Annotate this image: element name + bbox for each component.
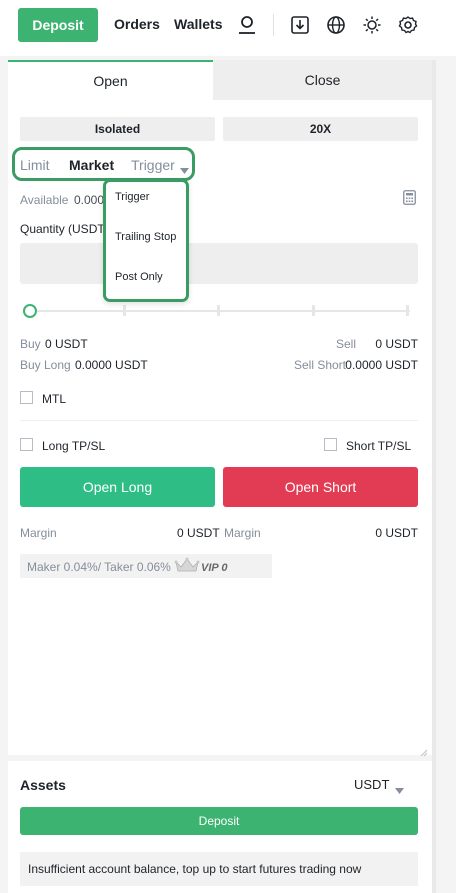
open-short-button[interactable]: Open Short <box>223 467 418 507</box>
sell-short-label: Sell Short <box>293 358 346 372</box>
tab-open[interactable]: Open <box>8 60 213 100</box>
buy-label: Buy <box>20 337 41 351</box>
slider-tick[interactable] <box>217 305 220 316</box>
dropdown-item-trailing-stop[interactable]: Trailing Stop <box>115 231 176 243</box>
chevron-down-icon[interactable] <box>180 161 189 179</box>
header-divider <box>273 14 274 36</box>
tab-trigger[interactable]: Trigger <box>131 157 175 173</box>
sell-short-value: 0.0000 USDT <box>345 358 418 372</box>
tab-limit[interactable]: Limit <box>20 157 50 173</box>
section-divider <box>20 420 418 421</box>
dropdown-item-trigger[interactable]: Trigger <box>115 191 149 203</box>
buy-value: 0 USDT <box>45 337 88 351</box>
balance-notice: Insufficient account balance, top up to … <box>20 852 418 886</box>
slider-tick[interactable] <box>123 305 126 316</box>
resize-grip-icon[interactable] <box>420 744 428 762</box>
quantity-input[interactable] <box>20 243 418 284</box>
buy-long-value: 0.0000 USDT <box>75 358 148 372</box>
quantity-slider-track[interactable] <box>30 310 410 312</box>
long-tpsl-label: Long TP/SL <box>42 439 106 453</box>
dropdown-item-post-only[interactable]: Post Only <box>115 271 163 283</box>
tab-close[interactable]: Close <box>213 60 432 100</box>
panel-edge <box>432 60 436 893</box>
margin-long-value: 0 USDT <box>177 526 220 540</box>
tab-market[interactable]: Market <box>69 157 114 173</box>
available-label: Available <box>20 193 69 207</box>
slider-tick[interactable] <box>406 305 409 316</box>
margin-short-value: 0 USDT <box>375 526 418 540</box>
slider-tick[interactable] <box>312 305 315 316</box>
vip-crown-icon <box>174 557 200 578</box>
open-long-button[interactable]: Open Long <box>20 467 215 507</box>
currency-select[interactable]: USDT <box>354 777 389 792</box>
margin-short-label: Margin <box>224 526 261 540</box>
available-value: 0.000 <box>74 193 105 207</box>
long-tpsl-checkbox[interactable] <box>20 438 33 451</box>
margin-long-label: Margin <box>20 526 57 540</box>
quantity-slider-handle[interactable] <box>23 304 37 318</box>
theme-sun-icon[interactable] <box>359 12 385 38</box>
fee-rate-text: Maker 0.04%/ Taker 0.06% <box>27 560 171 574</box>
assets-deposit-button[interactable]: Deposit <box>20 807 418 835</box>
currency-chevron-icon[interactable] <box>395 781 404 799</box>
calculator-icon[interactable] <box>403 190 416 210</box>
sell-label: Sell <box>335 337 356 351</box>
sell-value: 0 USDT <box>375 337 418 351</box>
user-icon[interactable] <box>234 12 260 38</box>
short-tpsl-checkbox[interactable] <box>324 438 337 451</box>
margin-mode-button[interactable]: Isolated <box>20 117 215 141</box>
orders-link[interactable]: Orders <box>114 16 160 32</box>
wallets-link[interactable]: Wallets <box>174 16 223 32</box>
settings-gear-icon[interactable] <box>395 12 421 38</box>
mtl-checkbox[interactable] <box>20 391 33 404</box>
globe-icon[interactable] <box>323 12 349 38</box>
download-icon[interactable] <box>287 12 313 38</box>
leverage-button[interactable]: 20X <box>223 117 418 141</box>
quantity-label: Quantity (USDT <box>20 222 105 236</box>
buy-long-label: Buy Long <box>20 358 71 372</box>
vip-level-badge: VIP 0 <box>201 562 228 574</box>
mtl-label: MTL <box>42 392 66 406</box>
assets-title: Assets <box>20 777 66 793</box>
top-bar: Deposit Orders Wallets <box>0 0 456 52</box>
short-tpsl-label: Short TP/SL <box>346 439 412 453</box>
order-type-dropdown: Trigger Trailing Stop Post Only <box>103 179 189 302</box>
deposit-button[interactable]: Deposit <box>18 8 98 42</box>
